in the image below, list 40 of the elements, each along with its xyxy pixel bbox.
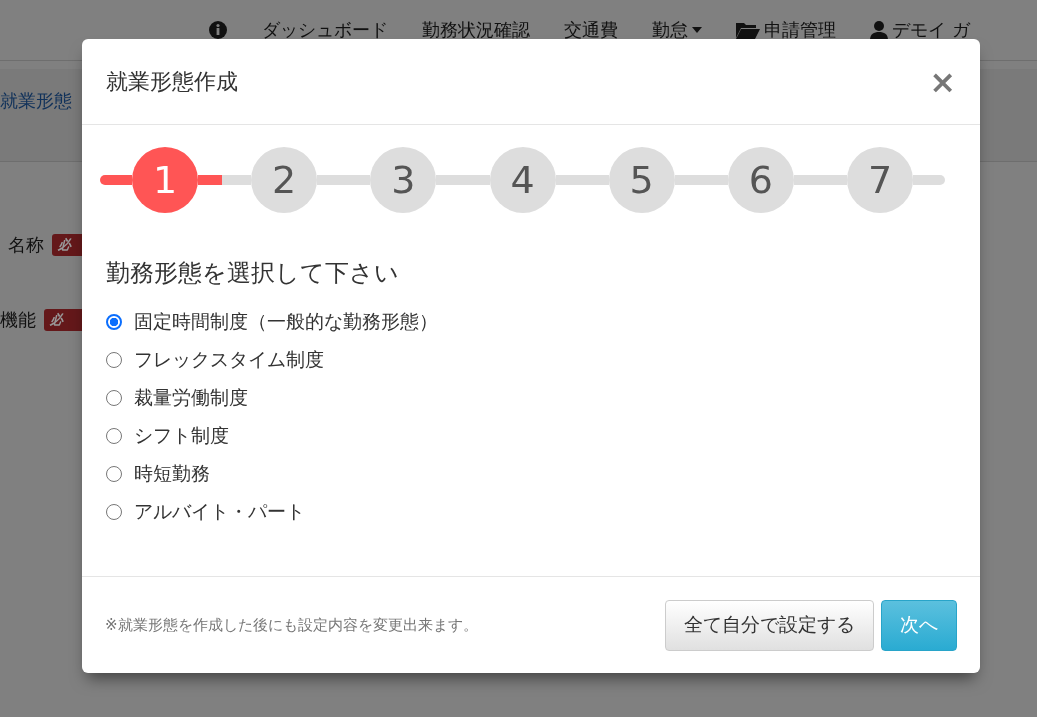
footer-note: ※就業形態を作成した後にも設定内容を変更出来ます。 bbox=[105, 615, 478, 635]
stepper-connector bbox=[317, 175, 371, 185]
question-heading: 勤務形態を選択して下さい bbox=[106, 258, 400, 289]
radio-label[interactable]: 裁量労働制度 bbox=[134, 385, 248, 411]
step-circle[interactable]: 2 bbox=[251, 147, 318, 213]
radio-button[interactable] bbox=[106, 314, 122, 330]
step-circle[interactable]: 1 bbox=[132, 147, 198, 213]
radio-label[interactable]: フレックスタイム制度 bbox=[134, 347, 324, 373]
field-label: 名称 bbox=[8, 232, 44, 257]
stepper-connector bbox=[913, 175, 946, 185]
info-icon[interactable] bbox=[208, 20, 228, 40]
step-circle[interactable]: 5 bbox=[608, 147, 675, 213]
modal-title: 就業形態作成 bbox=[106, 67, 238, 96]
step-circle[interactable]: 7 bbox=[847, 147, 914, 213]
step-circle[interactable]: 4 bbox=[489, 147, 556, 213]
user-icon bbox=[870, 20, 888, 40]
nav-link[interactable]: 交通費 bbox=[564, 20, 618, 40]
stepper-connector bbox=[793, 175, 848, 185]
nav-dropdown[interactable]: 勤怠 bbox=[652, 20, 702, 40]
folder-icon bbox=[736, 21, 760, 39]
nav-link[interactable]: 勤務状況確認 bbox=[422, 20, 530, 40]
nav-link[interactable]: 申請管理 bbox=[736, 20, 836, 40]
radio-label[interactable]: 時短勤務 bbox=[134, 461, 210, 487]
field-label: 機能 bbox=[0, 307, 36, 332]
stepper-connector bbox=[436, 175, 490, 185]
stepper-connector bbox=[198, 175, 252, 185]
step-circle[interactable]: 3 bbox=[370, 147, 437, 213]
caret-icon bbox=[692, 27, 702, 33]
stepper-connector bbox=[555, 175, 609, 185]
nav-link[interactable]: ダッシュボード bbox=[262, 20, 388, 40]
step-circle[interactable]: 6 bbox=[727, 147, 794, 213]
stepper-connector bbox=[674, 175, 728, 185]
radio-label[interactable]: 固定時間制度（一般的な勤務形態） bbox=[134, 309, 438, 335]
breadcrumb-link[interactable]: 就業形態 bbox=[0, 89, 72, 113]
nav-link[interactable]: デモイ ガ bbox=[870, 20, 970, 40]
close-button[interactable]: × bbox=[929, 65, 956, 98]
stepper-connector bbox=[100, 175, 132, 185]
radio-label[interactable]: シフト制度 bbox=[134, 423, 229, 449]
manual-setup-button[interactable]: 全て自分で設定する bbox=[665, 599, 874, 651]
radio-label[interactable]: アルバイト・パート bbox=[134, 499, 305, 525]
